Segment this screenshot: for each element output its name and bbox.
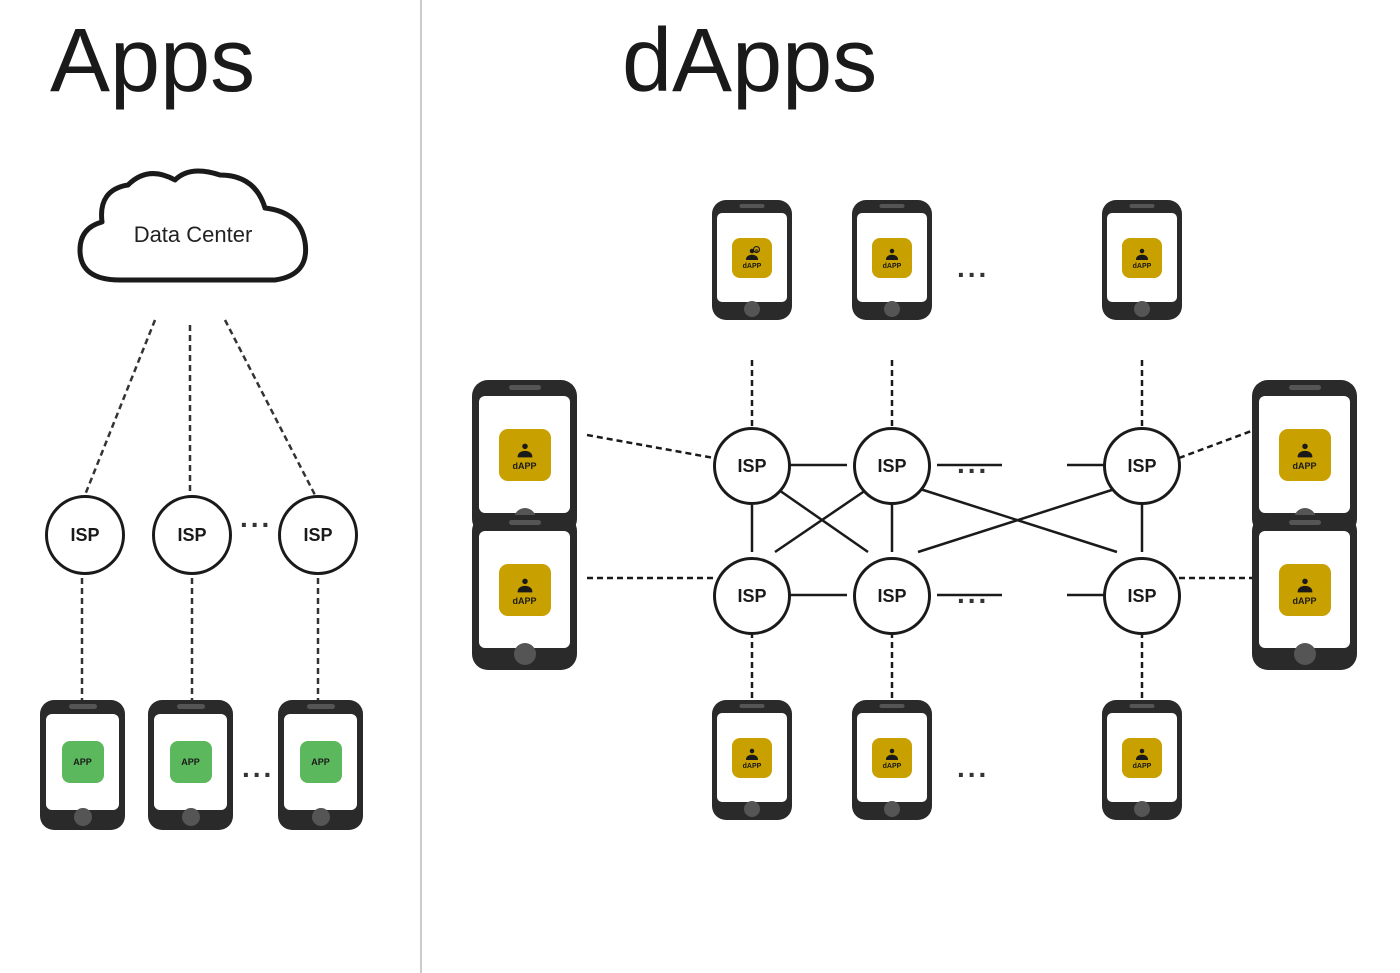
- dapps-phone-bottom-dots: ...: [957, 752, 989, 784]
- dapps-phone-top-1: ⚙ dAPP: [712, 200, 792, 320]
- dapps-phone-left-1: dAPP: [472, 380, 577, 535]
- apps-phone-dots: ...: [242, 752, 274, 784]
- apps-phone-1: APP: [40, 700, 125, 830]
- dapps-phone-bottom-3: dAPP: [1102, 700, 1182, 820]
- apps-isp-3: ISP: [278, 495, 358, 575]
- app-label-1: APP: [73, 757, 92, 767]
- dapps-isp-row1-2: ISP: [853, 427, 931, 505]
- dapps-phone-left-2: dAPP: [472, 515, 577, 670]
- diagram-container: Apps Data Center ISP ISP ISP: [0, 0, 1400, 973]
- svg-text:Data Center: Data Center: [134, 222, 253, 247]
- dapps-phone-right-2: dAPP: [1252, 515, 1357, 670]
- dapps-phone-top-2: dAPP: [852, 200, 932, 320]
- dapps-isp-row1-3: ISP: [1103, 427, 1181, 505]
- dapps-phone-bottom-1: dAPP: [712, 700, 792, 820]
- dapps-isp-row1-dots: ...: [957, 448, 989, 480]
- dapps-isp-row1-1: ISP: [713, 427, 791, 505]
- apps-phone-2: APP: [148, 700, 233, 830]
- dapps-isp-row2-1: ISP: [713, 557, 791, 635]
- apps-isp-1: ISP: [45, 495, 125, 575]
- apps-isp-dots: ...: [240, 502, 272, 534]
- dapps-isp-row2-3: ISP: [1103, 557, 1181, 635]
- dapps-isp-row2-dots: ...: [957, 578, 989, 610]
- dapps-isp-row2-2: ISP: [853, 557, 931, 635]
- apps-side: Apps Data Center ISP ISP ISP: [0, 0, 420, 973]
- dapps-phone-bottom-2: dAPP: [852, 700, 932, 820]
- dapps-side: dApps: [422, 0, 1400, 973]
- apps-isp-2: ISP: [152, 495, 232, 575]
- dapps-phone-top-dots: ...: [957, 252, 989, 284]
- dapps-title: dApps: [622, 10, 877, 113]
- apps-title: Apps: [50, 10, 255, 113]
- app-label-2: APP: [181, 757, 200, 767]
- dapps-phone-right-1: dAPP: [1252, 380, 1357, 535]
- app-label-3: APP: [311, 757, 330, 767]
- data-center-cloud: Data Center: [60, 160, 330, 320]
- apps-phone-3: APP: [278, 700, 363, 830]
- dapps-phone-top-3: dAPP: [1102, 200, 1182, 320]
